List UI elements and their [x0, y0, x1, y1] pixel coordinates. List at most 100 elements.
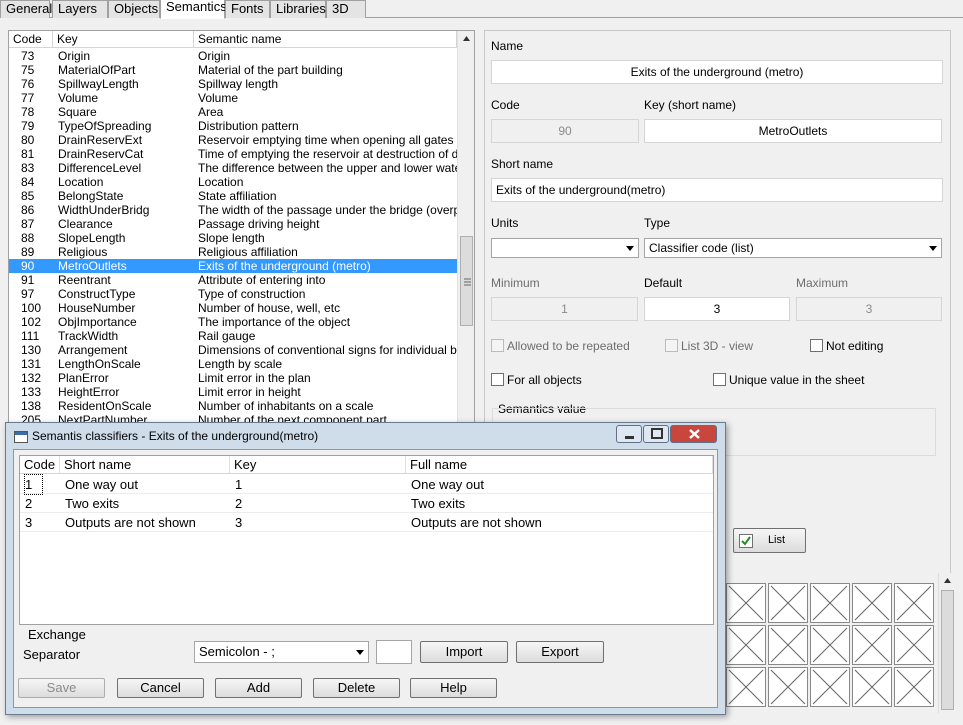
row-semantic-name: The difference between the upper and low…	[198, 161, 457, 175]
list-button[interactable]: List	[733, 528, 806, 553]
column-header-key[interactable]: Key	[53, 31, 194, 48]
table-row[interactable]: 111 TrackWidth Rail gauge	[9, 329, 457, 343]
scroll-up-icon[interactable]	[939, 573, 956, 587]
tab-3d[interactable]: 3D	[326, 0, 366, 18]
table-row[interactable]: 83 DifferenceLevel The difference between …	[9, 161, 457, 175]
table-row[interactable]: 73 Origin Origin	[9, 49, 457, 63]
tab-general[interactable]: General	[0, 0, 52, 18]
table-row[interactable]: 80 DrainReservExt Reservoir emptying time …	[9, 133, 457, 147]
units-select[interactable]	[491, 238, 639, 258]
table-row[interactable]: 89 Religious Religious affiliation	[9, 245, 457, 259]
table-row[interactable]: 79 TypeOfSpreading Distribution pattern	[9, 119, 457, 133]
row-code: 102	[21, 315, 42, 329]
for-all-objects-checkbox[interactable]	[491, 373, 504, 386]
list-item[interactable]: 2 Two exits 2 Two exits	[20, 494, 713, 513]
table-row[interactable]: 102 ObjImportance The importance of the ob…	[9, 315, 457, 329]
column-header-full-name[interactable]: Full name	[406, 456, 713, 474]
tab-libraries[interactable]: Libraries	[270, 0, 326, 18]
table-row[interactable]: 131 LengthOnScale Length by scale	[9, 357, 457, 371]
list-item[interactable]: 3 Outputs are not shown 3 Outputs are not s…	[20, 513, 713, 532]
table-row[interactable]: 132 PlanError Limit error in the plan	[9, 371, 457, 385]
name-field[interactable]: Exits of the underground (metro)	[491, 60, 943, 84]
image-placeholder[interactable]	[852, 625, 892, 665]
row-key: BelongState	[58, 189, 124, 203]
image-placeholder[interactable]	[726, 667, 766, 707]
key-field[interactable]: MetroOutlets	[644, 119, 942, 143]
type-select[interactable]: Classifier code (list)	[644, 238, 942, 258]
image-grid-scrollbar[interactable]	[938, 573, 955, 713]
image-placeholder[interactable]	[852, 667, 892, 707]
table-row[interactable]: 90 MetroOutlets Exits of the underground (…	[9, 259, 457, 273]
table-scrollbar[interactable]	[457, 31, 475, 424]
table-row[interactable]: 138 ResidentOnScale Number of inhabitants …	[9, 399, 457, 413]
table-row[interactable]: 100 HouseNumber Number of house, well, etc	[9, 301, 457, 315]
table-row[interactable]: 91 Reentrant Attribute of entering into	[9, 273, 457, 287]
row-key: Volume	[58, 91, 99, 105]
image-placeholder[interactable]	[810, 667, 850, 707]
list-item[interactable]: 1 One way out 1 One way out	[20, 474, 713, 495]
allowed-repeated-checkbox[interactable]	[491, 339, 504, 352]
column-header-code[interactable]: Code	[9, 31, 53, 48]
row-code: 100	[21, 301, 42, 315]
scrollbar-thumb[interactable]	[460, 236, 473, 326]
table-row[interactable]: 75 MaterialOfPart Material of the part bui…	[9, 63, 457, 77]
image-placeholder[interactable]	[810, 625, 850, 665]
image-placeholder[interactable]	[894, 583, 934, 623]
table-row[interactable]: 81 DrainReservCat Time of emptying the res…	[9, 147, 457, 161]
placeholder-icon	[770, 585, 806, 621]
short-name-field[interactable]: Exits of the underground(metro)	[491, 178, 943, 202]
list3d-checkbox[interactable]	[665, 339, 678, 352]
column-header-key[interactable]: Key	[230, 456, 406, 474]
image-placeholder[interactable]	[768, 583, 808, 623]
help-button[interactable]: Help	[410, 678, 497, 698]
row-code: 75	[21, 63, 35, 77]
scrollbar-thumb[interactable]	[941, 590, 954, 710]
tab-bar: General Layers Objects Semantics Fonts L…	[0, 0, 963, 19]
table-row[interactable]: 97 ConstructType Type of construction	[9, 287, 457, 301]
save-button[interactable]: Save	[18, 678, 105, 698]
import-button[interactable]: Import	[420, 641, 508, 663]
image-placeholder[interactable]	[894, 625, 934, 665]
scroll-up-icon[interactable]	[458, 31, 475, 45]
unique-value-checkbox[interactable]	[713, 373, 726, 386]
separator-char-field[interactable]	[376, 640, 412, 664]
column-header-code[interactable]: Code	[20, 456, 60, 474]
minimize-button[interactable]	[616, 425, 642, 443]
table-row[interactable]: 78 Square Area	[9, 105, 457, 119]
table-row[interactable]: 77 Volume Volume	[9, 91, 457, 105]
table-row[interactable]: 133 HeightError Limit error in height	[9, 385, 457, 399]
close-button[interactable]	[670, 425, 717, 443]
item-code: 1	[23, 474, 44, 495]
table-row[interactable]: 130 Arrangement Dimensions of conventional…	[9, 343, 457, 357]
image-placeholder[interactable]	[894, 667, 934, 707]
image-placeholder[interactable]	[810, 583, 850, 623]
cancel-button[interactable]: Cancel	[117, 678, 204, 698]
image-placeholder[interactable]	[768, 625, 808, 665]
image-placeholder[interactable]	[768, 667, 808, 707]
maximize-button[interactable]	[643, 425, 669, 443]
default-field[interactable]: 3	[644, 297, 790, 321]
table-row[interactable]: 88 SlopeLength Slope length	[9, 231, 457, 245]
tab-semantics[interactable]: Semantics	[160, 0, 227, 19]
image-placeholder[interactable]	[852, 583, 892, 623]
table-row[interactable]: 85 BelongState State affiliation	[9, 189, 457, 203]
export-button[interactable]: Export	[516, 641, 604, 663]
table-row[interactable]: 87 Clearance Passage driving height	[9, 217, 457, 231]
table-row[interactable]: 76 SpillwayLength Spillway length	[9, 77, 457, 91]
image-placeholder[interactable]	[726, 583, 766, 623]
row-key: MaterialOfPart	[58, 63, 136, 77]
table-row[interactable]: 84 Location Location	[9, 175, 457, 189]
image-placeholder[interactable]	[726, 625, 766, 665]
tab-fonts[interactable]: Fonts	[225, 0, 270, 18]
column-header-short-name[interactable]: Short name	[60, 456, 230, 474]
not-editing-checkbox[interactable]	[810, 339, 823, 352]
column-header-semantic-name[interactable]: Semantic name	[194, 31, 457, 48]
delete-button[interactable]: Delete	[313, 678, 400, 698]
add-button[interactable]: Add	[215, 678, 302, 698]
tab-layers[interactable]: Layers	[52, 0, 108, 18]
semantics-table[interactable]: Code Key Semantic name 73 Origin Origin 75 M…	[8, 30, 475, 425]
separator-select[interactable]: Semicolon - ;	[194, 641, 369, 663]
classifiers-table[interactable]: Code Short name Key Full name 1 One way o…	[19, 455, 714, 625]
table-row[interactable]: 86 WidthUnderBridg The width of the passag…	[9, 203, 457, 217]
tab-objects[interactable]: Objects	[108, 0, 160, 18]
